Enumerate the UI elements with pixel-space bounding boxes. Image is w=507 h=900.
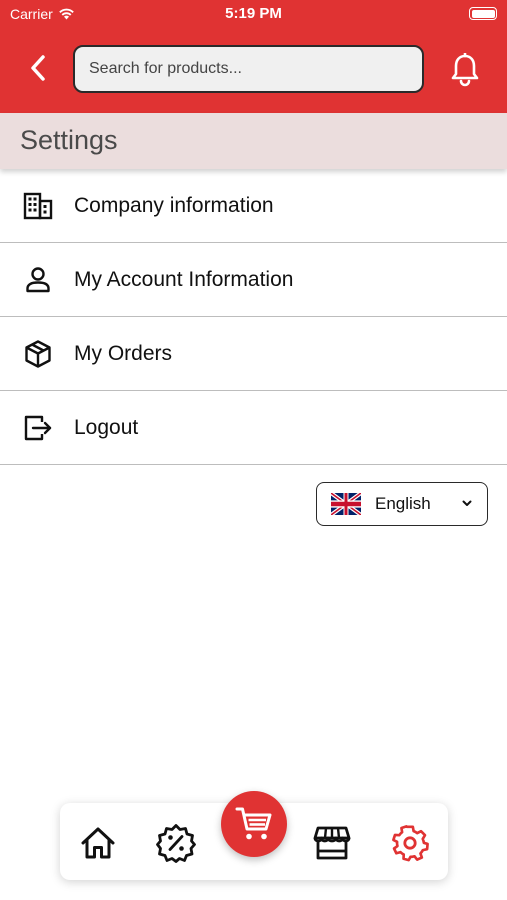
cart-icon <box>235 807 272 840</box>
nav-home-button[interactable] <box>78 823 118 863</box>
cart-button[interactable] <box>221 791 287 857</box>
settings-menu: Company information My Account Informati… <box>0 169 507 465</box>
chevron-down-icon <box>462 500 472 506</box>
menu-item-label: Company information <box>74 193 274 217</box>
store-icon <box>313 826 351 860</box>
logout-icon <box>0 414 74 442</box>
back-button[interactable] <box>20 50 56 86</box>
battery-icon <box>469 7 497 20</box>
notifications-button[interactable] <box>445 50 485 90</box>
uk-flag-icon <box>331 493 361 515</box>
gear-icon <box>392 825 429 862</box>
nav-settings-button[interactable] <box>390 823 430 863</box>
home-icon <box>81 827 115 859</box>
search-input[interactable] <box>89 60 422 78</box>
menu-item-label: My Orders <box>74 341 173 365</box>
package-icon <box>0 339 74 369</box>
language-label: English <box>375 494 431 513</box>
page-title-bar: Settings <box>0 113 507 169</box>
menu-item-label: My Account Information <box>74 267 294 291</box>
discount-badge-icon <box>156 824 196 863</box>
search-bar[interactable] <box>73 45 424 93</box>
building-icon <box>0 192 74 220</box>
menu-item-label: Logout <box>74 415 139 439</box>
nav-offers-button[interactable] <box>156 823 196 863</box>
menu-item-my-orders[interactable]: My Orders <box>0 317 507 391</box>
menu-item-my-account-information[interactable]: My Account Information <box>0 243 507 317</box>
language-select[interactable]: English <box>316 482 488 526</box>
chevron-left-icon <box>31 55 45 81</box>
status-bar: Carrier 5:19 PM <box>0 0 507 28</box>
status-time: 5:19 PM <box>225 5 282 22</box>
menu-item-company-information[interactable]: Company information <box>0 169 507 243</box>
menu-item-logout[interactable]: Logout <box>0 391 507 465</box>
bell-icon <box>451 53 479 87</box>
app-header: Carrier 5:19 PM <box>0 0 507 113</box>
page-title: Settings <box>20 125 118 155</box>
user-icon <box>0 266 74 294</box>
nav-store-button[interactable] <box>312 823 352 863</box>
